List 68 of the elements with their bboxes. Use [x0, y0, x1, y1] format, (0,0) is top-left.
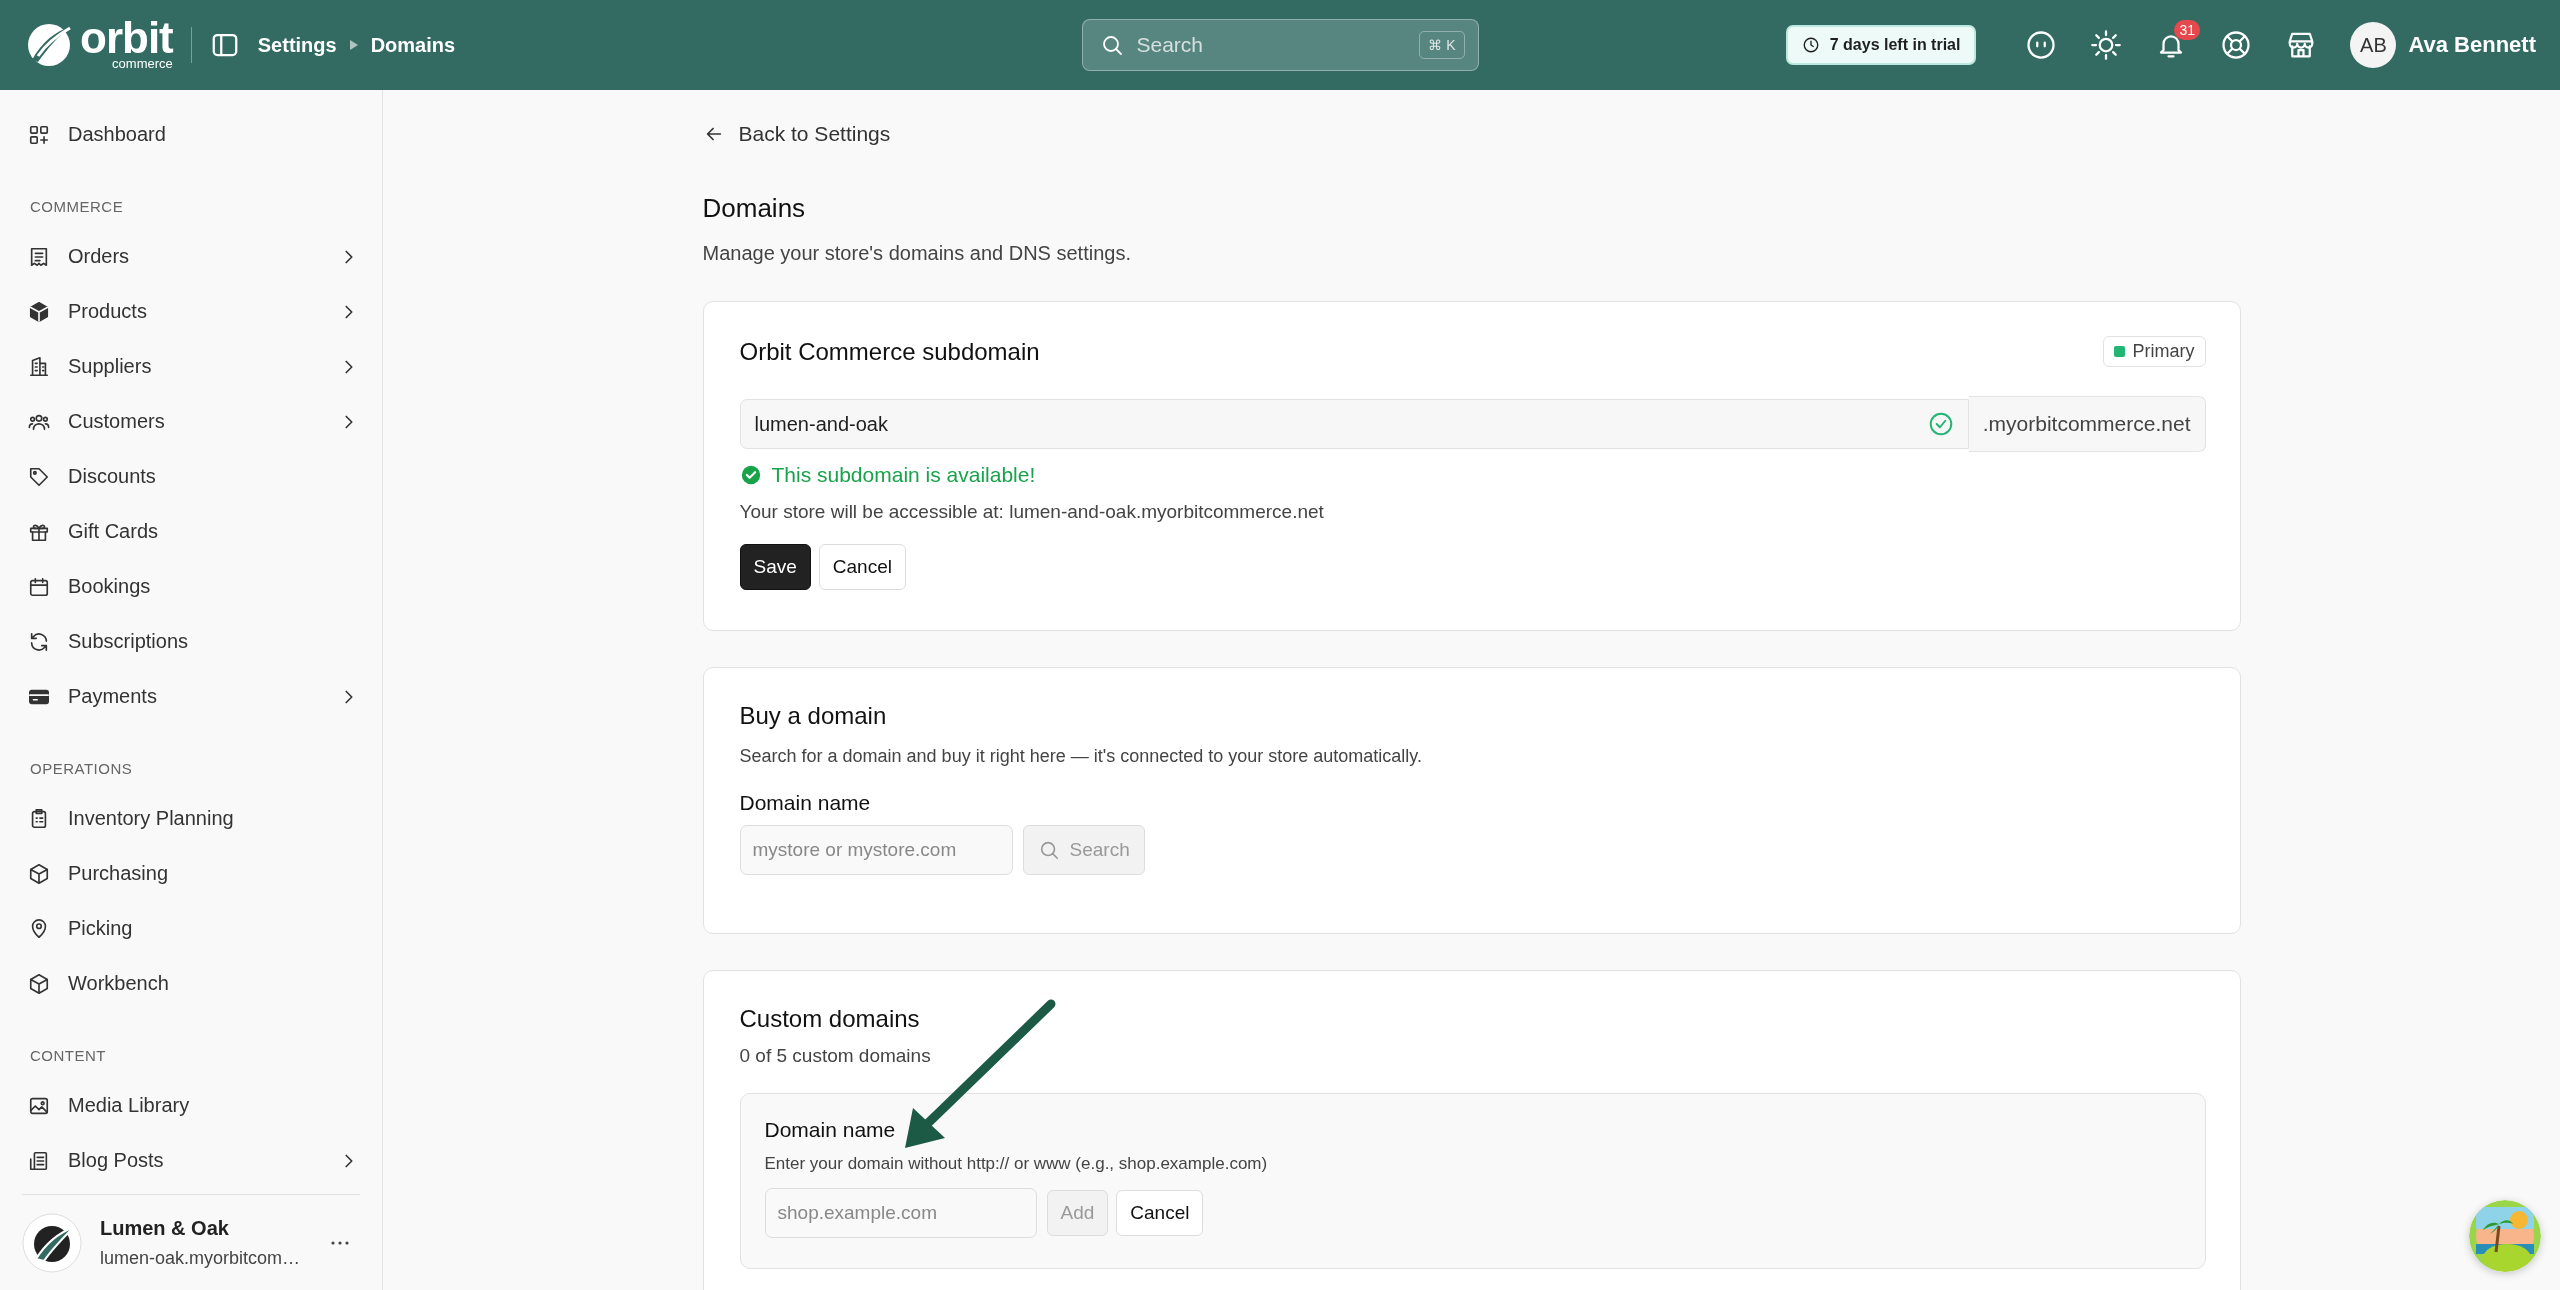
sidebar-item[interactable]: Suppliers [28, 339, 360, 394]
section-heading: OPERATIONS [30, 760, 134, 777]
field-label: Domain name [764, 1118, 897, 1142]
back-link[interactable]: Back to Settings [702, 122, 891, 146]
domain-suffix: .myorbitcommerce.net [1968, 396, 2206, 452]
sidebar-item[interactable]: Gift Cards [28, 504, 360, 559]
document-icon [28, 1149, 50, 1172]
domain-search-field[interactable]: mystore or mystore.com [739, 825, 1013, 875]
action-button[interactable]: Cancel [818, 544, 906, 590]
sun-icon[interactable] [2091, 30, 2122, 60]
breadcrumb-separator-icon [348, 39, 359, 51]
section-heading: CONTENT [30, 1047, 107, 1064]
bot-icon[interactable] [2026, 30, 2057, 60]
breadcrumb-link[interactable]: Domains [370, 33, 456, 57]
refresh-icon [28, 630, 50, 653]
page-title: Domains [702, 193, 807, 224]
action-button[interactable]: Save [739, 544, 811, 590]
primary-badge: Primary [2102, 336, 2206, 367]
access-note: Your store will be accessible at: lumen-and-oak.myorbitcommerce.net [739, 501, 1325, 523]
sidebar-item[interactable]: Blog Posts [28, 1133, 360, 1188]
store-domain: lumen-oak.myorbitcom… [100, 1247, 302, 1269]
sidebar-item[interactable]: Media Library [28, 1078, 360, 1133]
card-title: Buy a domain [739, 702, 888, 730]
sidebar-item[interactable]: Customers [28, 394, 360, 449]
field-hint: Enter your domain without http:// or www (e.g., shop.example.com) [764, 1154, 1269, 1174]
grid-icon [28, 123, 50, 146]
store-logo [22, 1212, 82, 1273]
logo-wordmark: orbit [80, 20, 173, 56]
sidebar-item[interactable]: Products [28, 284, 360, 339]
success-icon [739, 464, 762, 486]
sidebar-item[interactable]: Workbench [28, 956, 360, 1011]
tag-icon [28, 465, 50, 488]
action-button[interactable]: Cancel [1116, 1190, 1204, 1236]
card-title: Custom domains [739, 1005, 921, 1033]
user-avatar[interactable]: AB [2350, 22, 2397, 68]
section-heading: COMMERCE [30, 198, 125, 215]
clock-icon [1801, 36, 1820, 54]
card-description: Search for a domain and buy it right here — it's connected to your store automatically. [739, 746, 1423, 767]
sidebar-item[interactable]: Dashboard [28, 107, 360, 162]
cube-icon [28, 300, 50, 323]
sidebar-item[interactable]: Discounts [28, 449, 360, 504]
sidebar-item[interactable]: Picking [28, 901, 360, 956]
box-icon [28, 862, 50, 885]
box-icon [28, 972, 50, 995]
building-icon [28, 355, 50, 378]
domain-field[interactable]: shop.example.com [764, 1188, 1037, 1238]
breadcrumb-link[interactable]: Settings [257, 33, 337, 57]
calendar-icon [28, 575, 50, 598]
sidebar-item[interactable]: Subscriptions [28, 614, 360, 669]
domain-count: 0 of 5 custom domains [739, 1045, 932, 1067]
sidebar-item[interactable]: Bookings [28, 559, 360, 614]
sidebar-item[interactable]: Payments [28, 669, 360, 724]
sidebar-item[interactable]: Inventory Planning [28, 791, 360, 846]
logo-tagline: commerce [112, 57, 173, 70]
subdomain-field[interactable]: lumen-and-oak [739, 399, 1969, 449]
sidebar-item[interactable]: Purchasing [28, 846, 360, 901]
availability-message: This subdomain is available! [771, 463, 1036, 487]
trial-badge: 7 days left in trial [1785, 25, 1977, 65]
shortcut-hint: ⌘ K [1419, 31, 1465, 59]
store-name: Lumen & Oak [100, 1216, 230, 1240]
page-description: Manage your store's domains and DNS settings. [702, 242, 1132, 265]
receipt-icon [28, 245, 50, 268]
field-label: Domain name [739, 791, 872, 815]
card-title: Orbit Commerce subdomain [739, 337, 1040, 366]
lifebuoy-icon[interactable] [2221, 30, 2252, 60]
notification-badge: 31 [2174, 20, 2201, 40]
user-name[interactable]: Ava Bennett [2408, 32, 2536, 58]
sidebar-item[interactable]: Orders [28, 229, 360, 284]
